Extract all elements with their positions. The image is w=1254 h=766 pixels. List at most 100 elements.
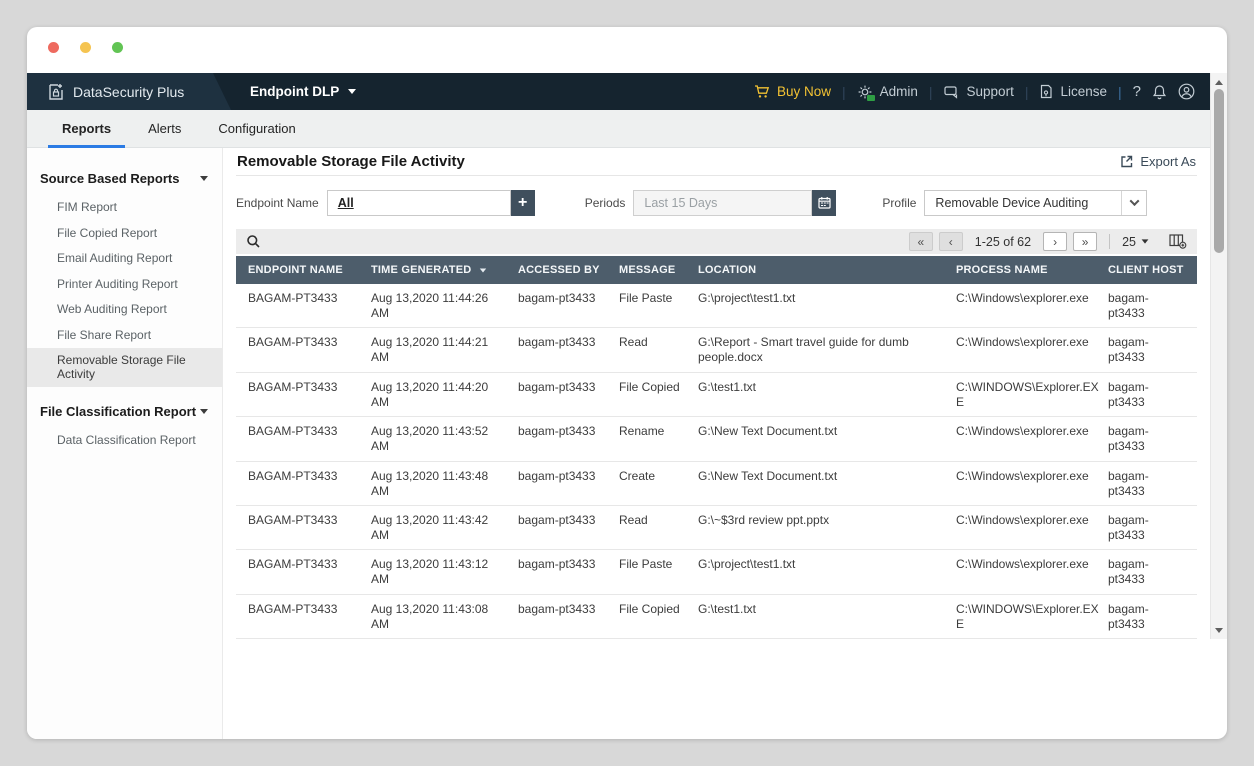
cell-endpoint-name: BAGAM-PT3433 [248, 512, 338, 527]
sidebar-item-data-classification-report[interactable]: Data Classification Report [27, 428, 222, 454]
table-row[interactable]: BAGAM-PT3433 Aug 13,2020 11:44:20 AM bagam… [236, 372, 1197, 418]
endpoint-name-input[interactable]: All [326, 189, 511, 216]
divider: | [1024, 83, 1029, 100]
calendar-icon [818, 197, 831, 209]
scroll-down-arrow[interactable] [1211, 623, 1227, 637]
cell-message: Create [619, 468, 656, 483]
sidebar-item-printer-auditing-report[interactable]: Printer Auditing Report [27, 272, 222, 298]
sidebar-item-email-auditing-report[interactable]: Email Auditing Report [27, 246, 222, 272]
table-row[interactable]: BAGAM-PT3433 Aug 13,2020 11:44:26 AM bagam… [236, 284, 1197, 329]
cell-endpoint-name: BAGAM-PT3433 [248, 424, 338, 439]
page-title: Removable Storage File Activity [237, 153, 465, 170]
prev-page-button[interactable]: ‹ [938, 232, 963, 251]
column-label: LOCATION [698, 264, 757, 276]
divider: | [928, 83, 933, 100]
table-row[interactable]: BAGAM-PT3433 Aug 13,2020 11:43:52 AM bagam… [236, 417, 1197, 462]
last-page-button[interactable]: » [1073, 232, 1098, 251]
help-button[interactable]: ? [1133, 83, 1141, 100]
cell-time-generated: Aug 13,2020 11:43:42 AM [371, 512, 489, 542]
sidebar-sections: Source Based Reports FIM Report File Copie… [27, 163, 222, 454]
chevron-down-icon [1141, 239, 1149, 244]
cell-time-generated: Aug 13,2020 11:44:21 AM [371, 335, 489, 365]
sidebar-item-fim-report[interactable]: FIM Report [27, 195, 222, 221]
cell-process-name: C:\WINDOWS\Explorer.EXE [956, 379, 1099, 409]
endpoint-name-value[interactable]: All [338, 196, 354, 210]
body: Source Based Reports FIM Report File Copie… [27, 148, 1210, 739]
filter-row: Endpoint Name All + Periods Last 15 Days [236, 176, 1197, 229]
account-icon[interactable] [1178, 83, 1195, 100]
profile-select[interactable]: Removable Device Auditing [924, 189, 1148, 216]
tab-configuration[interactable]: Configuration [216, 110, 297, 147]
tab-alerts[interactable]: Alerts [146, 110, 183, 147]
sidebar-section-source-based-reports[interactable]: Source Based Reports [27, 163, 222, 195]
cell-accessed-by: bagam-pt3433 [518, 601, 596, 616]
next-page-button[interactable]: › [1043, 232, 1068, 251]
cell-endpoint-name: BAGAM-PT3433 [248, 335, 338, 350]
column-label: PROCESS NAME [956, 264, 1048, 276]
column-chooser-button[interactable] [1169, 234, 1187, 249]
table-row[interactable]: BAGAM-PT3433 Aug 13,2020 11:43:42 AM bagam… [236, 505, 1197, 551]
admin-badge [866, 94, 875, 101]
column-header-message[interactable]: MESSAGE [619, 264, 698, 276]
table-row[interactable]: BAGAM-PT3433 Aug 13,2020 11:44:21 AM bagam… [236, 328, 1197, 373]
chevron-down-icon [200, 176, 208, 181]
chevron-down-icon [1121, 190, 1146, 215]
cell-message: Read [619, 512, 648, 527]
product-switcher[interactable]: Endpoint DLP [250, 84, 357, 99]
calendar-button[interactable] [812, 189, 837, 216]
chat-icon [943, 85, 957, 99]
notifications-bell-icon[interactable] [1152, 84, 1167, 100]
periods-input[interactable]: Last 15 Days [633, 189, 813, 216]
page-size-value: 25 [1122, 234, 1136, 249]
tab-reports[interactable]: Reports [47, 110, 126, 148]
cell-client-host: bagam-pt3433 [1108, 557, 1149, 587]
column-header-time-generated[interactable]: TIME GENERATED [371, 264, 518, 276]
column-label: TIME GENERATED [371, 264, 472, 276]
column-header-client-host[interactable]: CLIENT HOST [1108, 264, 1197, 276]
support-link[interactable]: Support [943, 84, 1014, 99]
scroll-up-arrow[interactable] [1211, 75, 1227, 89]
search-icon[interactable] [246, 234, 261, 249]
column-header-endpoint-name[interactable]: ENDPOINT NAME [248, 264, 371, 276]
cell-location: G:\New Text Document.txt [698, 468, 838, 483]
sidebar-item-web-auditing-report[interactable]: Web Auditing Report [27, 297, 222, 323]
page-size-dropdown[interactable]: 25 [1122, 235, 1149, 249]
chevron-down-icon [348, 89, 357, 94]
admin-link[interactable]: Admin [857, 84, 918, 101]
column-header-process-name[interactable]: PROCESS NAME [956, 264, 1108, 276]
main-content: Removable Storage File Activity Export A… [223, 148, 1210, 739]
sidebar-item-file-share-report[interactable]: File Share Report [27, 323, 222, 349]
column-header-location[interactable]: LOCATION [698, 264, 956, 276]
buy-now-link[interactable]: Buy Now [754, 84, 831, 99]
add-endpoint-button[interactable]: + [510, 189, 535, 216]
first-page-button[interactable]: « [908, 232, 933, 251]
cell-client-host: bagam-pt3433 [1108, 424, 1149, 454]
section-title: File Classification Report [40, 404, 197, 419]
scrollbar-thumb[interactable] [1214, 89, 1224, 253]
cell-message: File Paste [619, 557, 673, 572]
close-window-button[interactable] [48, 42, 59, 53]
export-as-button[interactable]: Export As [1120, 154, 1196, 169]
cell-process-name: C:\Windows\explorer.exe [956, 424, 1089, 439]
table-row[interactable]: BAGAM-PT3433 Aug 13,2020 11:43:48 AM bagam… [236, 461, 1197, 506]
cell-message: File Paste [619, 291, 673, 305]
cell-process-name: C:\Windows\explorer.exe [956, 557, 1089, 572]
sidebar-section-file-classification-report[interactable]: File Classification Report [27, 396, 222, 428]
cell-time-generated: Aug 13,2020 11:43:48 AM [371, 468, 489, 498]
license-link[interactable]: License [1039, 84, 1107, 99]
column-header-accessed-by[interactable]: ACCESSED BY [518, 264, 619, 276]
cell-accessed-by: bagam-pt3433 [518, 335, 596, 350]
periods-label: Periods [584, 195, 626, 210]
cell-endpoint-name: BAGAM-PT3433 [248, 379, 338, 394]
table-row[interactable]: BAGAM-PT3433 Aug 13,2020 11:43:08 AM bagam… [236, 594, 1197, 640]
cell-endpoint-name: BAGAM-PT3433 [248, 468, 338, 483]
profile-label: Profile [882, 195, 917, 210]
sidebar-item-file-copied-report[interactable]: File Copied Report [27, 221, 222, 247]
minimize-window-button[interactable] [80, 42, 91, 53]
vertical-scrollbar [1210, 73, 1227, 639]
maximize-window-button[interactable] [112, 42, 123, 53]
sidebar-item-removable-storage-file-activity[interactable]: Removable Storage File Activity [27, 348, 222, 387]
table-row[interactable]: BAGAM-PT3433 Aug 13,2020 11:43:12 AM bagam… [236, 550, 1197, 595]
cell-process-name: C:\WINDOWS\Explorer.EXE [956, 601, 1099, 631]
cell-message: Rename [619, 424, 665, 439]
